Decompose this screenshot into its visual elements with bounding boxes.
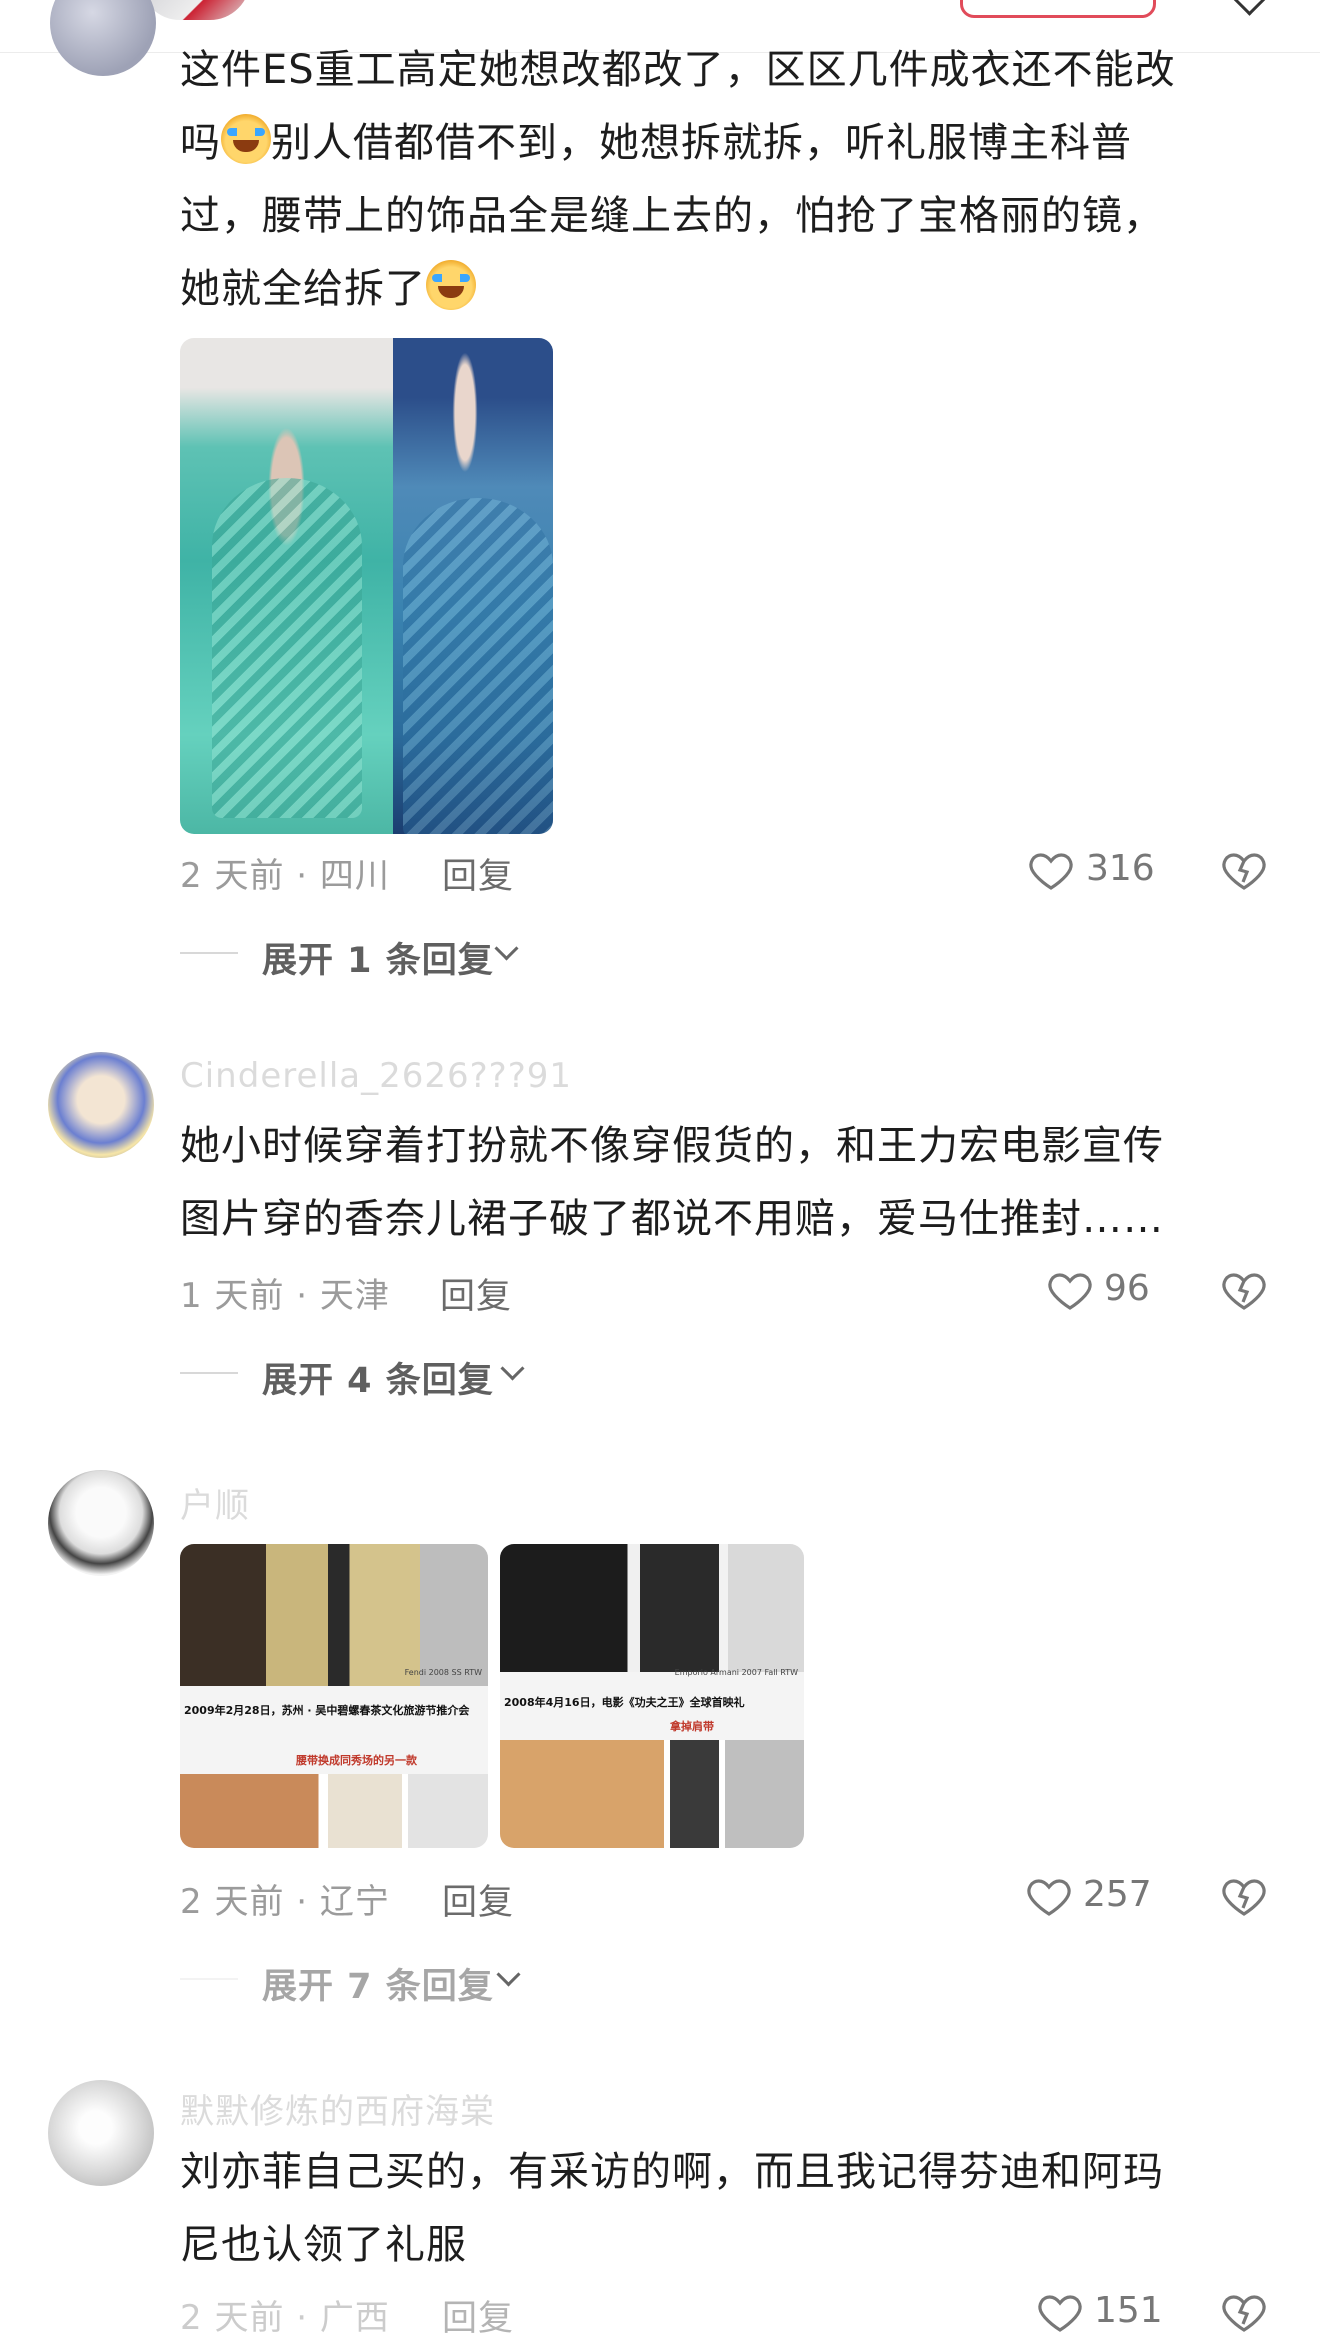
collage-small-label: Emporio Armani 2007 Fall RTW [674,1668,798,1677]
expand-divider [180,1372,238,1374]
crying-laughing-emoji-icon [221,114,271,164]
comment-line: 图片穿的香奈儿裙子破了都说不用赔，爱马仕推封…… [180,1196,1164,1242]
comment-text: 这件ES重工高定她想改都改了，区区几件成衣还不能改 吗 别人借都借不到，她想拆就拆… [180,34,1280,326]
dislike-icon[interactable] [1220,846,1268,894]
chevron-down-icon[interactable] [494,936,519,961]
reply-button[interactable]: 回复 [442,2290,514,2341]
expand-divider [180,1978,238,1980]
collage-image-armani[interactable]: Emporio Armani 2007 Fall RTW 2008年4月16日，… [500,1544,804,1848]
crying-laughing-emoji-icon [426,260,476,310]
reply-button[interactable]: 回复 [442,1874,514,1925]
avatar[interactable] [48,2080,154,2186]
collage-caption: 2008年4月16日，电影《功夫之王》全球首映礼 [504,1696,745,1709]
comment-line: 这件ES重工高定她想改都改了，区区几件成衣还不能改 [180,47,1176,93]
collage-event-photos [180,1774,488,1848]
comment-line: 吗 别人借都借不到，她想拆就拆，听礼服博主科普 [180,107,1280,180]
dress-photo-runway[interactable] [180,338,393,834]
comment-text: 她小时候穿着打扮就不像穿假货的，和王力宏电影宣传 图片穿的香奈儿裙子破了都说不用… [180,1110,1280,1256]
dress-pattern [403,498,553,834]
comment-line-part: 别人借都借不到，她想拆就拆，听礼服博主科普 [271,120,1132,166]
follow-button[interactable] [960,0,1156,18]
comment-meta: 2 天前 · 四川 [180,856,390,896]
expand-replies-button[interactable]: 展开 7 条回复 [262,1958,494,2009]
heart-icon[interactable] [1027,846,1075,894]
comment-line-part: 她就全给拆了 [180,266,426,312]
like-count: 316 [1086,848,1155,889]
username[interactable]: 户顺 [180,1478,250,1527]
comment-line: 尼也认领了礼服 [180,2222,467,2268]
comment-text: 刘亦菲自己买的，有采访的啊，而且我记得芬迪和阿玛 尼也认领了礼服 [180,2136,1280,2282]
expand-replies-button[interactable]: 展开 4 条回复 [262,1352,494,1403]
comment-line: 刘亦菲自己买的，有采访的啊，而且我记得芬迪和阿玛 [180,2149,1164,2195]
heart-icon[interactable] [1025,1872,1073,1920]
heart-icon[interactable] [1036,2288,1084,2336]
like-count: 151 [1094,2290,1163,2331]
dislike-icon[interactable] [1220,1872,1268,1920]
collage-sub-caption: 腰带换成同秀场的另一款 [296,1754,417,1767]
expand-divider [180,952,238,954]
comment-meta: 1 天前 · 天津 [180,1276,390,1316]
like-count: 257 [1083,1874,1152,1915]
reply-button[interactable]: 回复 [440,1268,512,1319]
like-count: 96 [1104,1268,1150,1309]
dress-pattern [212,478,362,818]
collage-small-label: Fendi 2008 SS RTW [404,1668,482,1677]
chevron-down-icon[interactable] [496,1962,521,1987]
dislike-icon[interactable] [1220,1266,1268,1314]
chevron-down-icon[interactable] [500,1356,525,1381]
dress-photo-event[interactable] [393,338,553,834]
heart-icon[interactable] [1046,1266,1094,1314]
expand-replies-button[interactable]: 展开 1 条回复 [262,932,494,983]
reply-button[interactable]: 回复 [442,848,514,899]
comment-meta: 2 天前 · 广西 [180,2298,390,2338]
comment-line-part: 吗 [180,120,221,166]
avatar[interactable] [48,1052,154,1158]
username[interactable]: Cinderella_2626???91 [180,1056,572,1096]
dislike-icon[interactable] [1220,2288,1268,2336]
comment-line: 她就全给拆了 [180,253,1280,326]
collage-sub-caption: 拿掉肩带 [670,1720,714,1733]
username[interactable]: 默默修炼的西府海棠 [180,2084,495,2133]
collage-runway-photos [180,1544,488,1686]
collage-runway-photos [500,1544,804,1672]
collage-caption: 2009年2月28日，苏州 · 吴中碧螺春茶文化旅游节推介会 [184,1704,470,1717]
collage-event-photos [500,1740,804,1848]
comment-line: 她小时候穿着打扮就不像穿假货的，和王力宏电影宣传 [180,1123,1164,1169]
avatar[interactable] [50,0,156,76]
avatar[interactable] [48,1470,154,1576]
comment-meta: 2 天前 · 辽宁 [180,1882,390,1922]
collage-image-fendi[interactable]: Fendi 2008 SS RTW 2009年2月28日，苏州 · 吴中碧螺春茶… [180,1544,488,1848]
comment-line: 过，腰带上的饰品全是缝上去的，怕抢了宝格丽的镜， [180,193,1164,239]
